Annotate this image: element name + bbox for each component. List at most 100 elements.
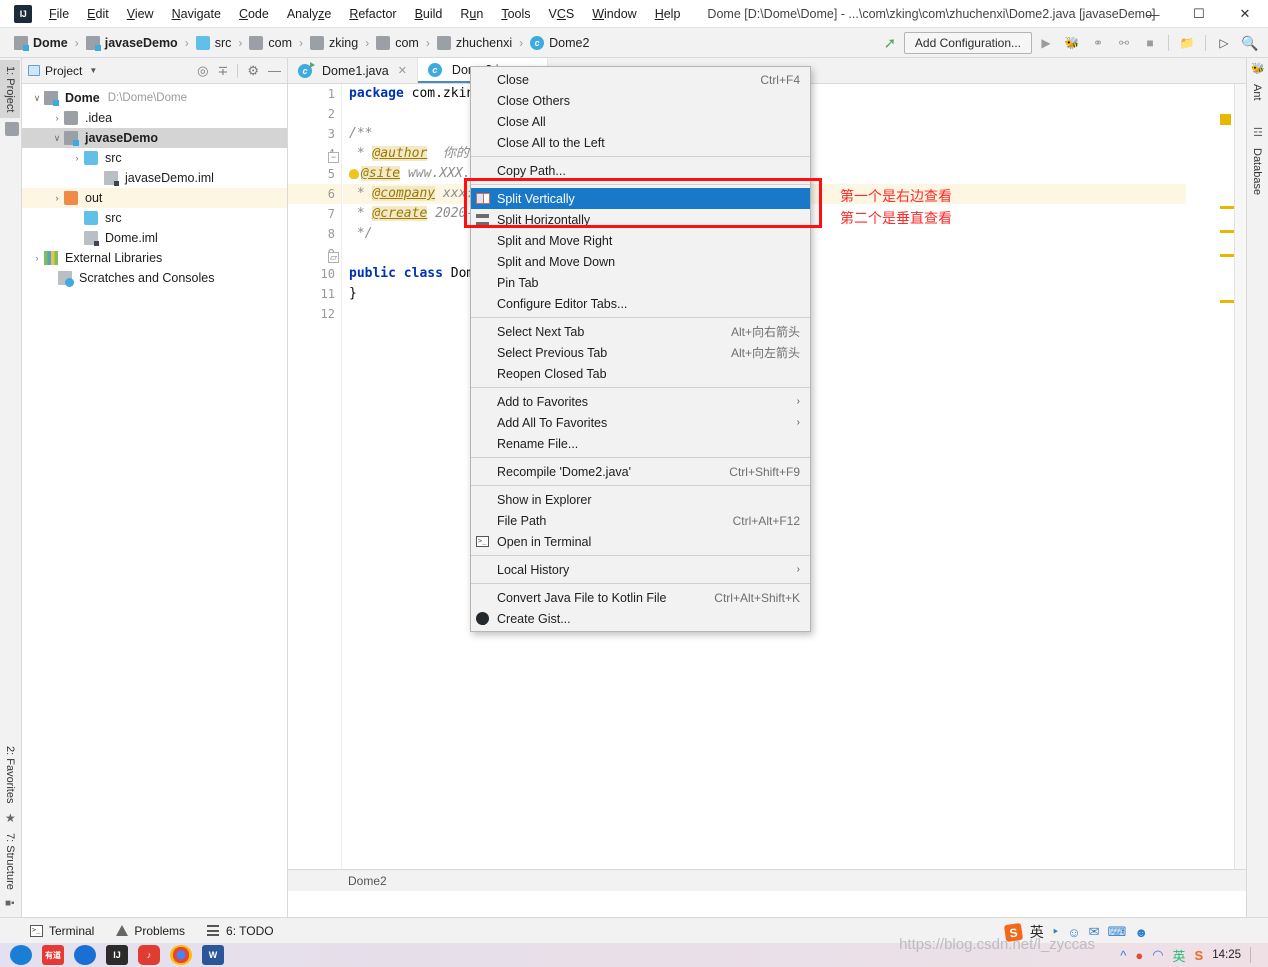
menu-item-local-history[interactable]: Local History › [471,559,810,580]
menu-item-split-horizontally[interactable]: Split Horizontally [471,209,810,230]
warning-marker[interactable] [1220,206,1234,209]
menu-item-show-in-explorer[interactable]: Show in Explorer [471,489,810,510]
updates-icon[interactable]: ▷ [1212,31,1236,55]
breadcrumb-com[interactable]: com [247,35,294,51]
menu-item-create-gist[interactable]: Create Gist... [471,608,810,629]
menu-item-close-others[interactable]: Close Others [471,90,810,111]
warning-marker[interactable] [1220,230,1234,233]
project-panel-title[interactable]: Project ▼ [28,64,97,78]
menu-analyze[interactable]: Analyze [278,3,340,25]
word-icon[interactable]: W [202,945,224,965]
list-item[interactable]: ∨ javaseDemo [22,128,287,148]
menu-view[interactable]: View [118,3,163,25]
menu-item-split-vertically[interactable]: Split Vertically [471,188,810,209]
menu-build[interactable]: Build [406,3,452,25]
menu-item-rename-file[interactable]: Rename File... [471,433,810,454]
list-item[interactable]: › .idea [22,108,287,128]
chevron-right-icon[interactable]: › [70,153,84,163]
chevron-down-icon[interactable]: ▼ [89,66,97,75]
list-item[interactable]: › src [22,148,287,168]
marker-block[interactable] [1220,114,1231,125]
chevron-right-icon[interactable]: › [50,193,64,203]
locate-icon[interactable]: ◎ [197,63,208,79]
menu-item-file-path[interactable]: File Path Ctrl+Alt+F12 [471,510,810,531]
sidebar-item-structure[interactable]: 7: Structure [0,827,20,896]
menu-tools[interactable]: Tools [492,3,539,25]
menu-item-copy-path[interactable]: Copy Path... [471,160,810,181]
menu-item-split-and-move-down[interactable]: Split and Move Down [471,251,810,272]
chevron-down-icon[interactable]: ∨ [50,133,64,144]
menu-edit[interactable]: Edit [78,3,118,25]
list-item[interactable]: › out [22,188,287,208]
code-fold-end[interactable]: ▱ [328,252,339,263]
show-desktop-button[interactable] [1250,947,1258,963]
menu-refactor[interactable]: Refactor [340,3,405,25]
collapse-all-icon[interactable]: ∓ [217,63,228,79]
editor-marker-track[interactable] [1220,84,1234,891]
start-icon[interactable] [10,945,32,965]
youdao-icon[interactable]: 有道 [42,945,64,965]
sidebar-item-favorites[interactable]: 2: Favorites [0,740,20,809]
tab-dome1-java[interactable]: c Dome1.java ✕ [288,58,418,83]
warning-marker[interactable] [1220,300,1234,303]
breadcrumb-zhuchenxi[interactable]: zhuchenxi [435,35,514,51]
menu-item-convert-java-to-kotlin[interactable]: Convert Java File to Kotlin File Ctrl+Al… [471,587,810,608]
status-terminal[interactable]: >_ Terminal [30,924,94,938]
menu-item-add-to-favorites[interactable]: Add to Favorites › [471,391,810,412]
hide-icon[interactable]: — [268,63,281,78]
run-icon[interactable]: ▶ [1034,31,1058,55]
list-item[interactable]: › External Libraries [22,248,287,268]
wifi-icon[interactable]: ◠ [1152,947,1163,963]
list-item[interactable]: ∨ Dome D:\Dome\Dome [22,88,287,108]
chrome-icon[interactable] [170,945,192,965]
maximize-button[interactable]: ☐ [1176,0,1222,28]
chevron-down-icon[interactable]: ∨ [30,93,44,104]
sogou-tray-icon[interactable]: S [1195,948,1204,963]
list-item[interactable]: . javaseDemo.iml [22,168,287,188]
menu-item-close-all[interactable]: Close All [471,111,810,132]
settings-gear-icon[interactable]: ⚙ [247,63,259,79]
menu-run[interactable]: Run [451,3,492,25]
clock[interactable]: 14:25 [1212,949,1241,961]
menu-item-reopen-closed-tab[interactable]: Reopen Closed Tab [471,363,810,384]
intention-bulb-icon[interactable] [349,168,359,179]
build-arrow-icon[interactable]: ➚ [878,31,902,55]
run-with-coverage-icon[interactable]: ⚭ [1086,31,1110,55]
menu-item-configure-editor-tabs[interactable]: Configure Editor Tabs... [471,293,810,314]
menu-item-add-all-to-favorites[interactable]: Add All To Favorites › [471,412,810,433]
breadcrumb-javasedemo[interactable]: javaseDemo [84,35,180,51]
keyboard-icon[interactable]: ⌨ [1108,924,1127,940]
menu-window[interactable]: Window [583,3,645,25]
menu-file[interactable]: File [40,3,78,25]
debug-icon[interactable]: 🐝 [1060,31,1084,55]
chevron-right-icon[interactable]: › [30,253,44,263]
intellij-idea-icon[interactable]: IJ [106,945,128,965]
breadcrumb-dome[interactable]: Dome [12,35,70,51]
add-configuration-button[interactable]: Add Configuration... [903,32,1032,54]
chevron-up-icon[interactable]: ^ [1120,948,1126,963]
sidebar-item-project[interactable]: 1: Project [0,60,20,119]
list-item[interactable]: . Scratches and Consoles [22,268,287,288]
chevron-right-icon[interactable]: › [50,113,64,123]
breadcrumb-dome2[interactable]: c Dome2 [528,35,591,51]
profile-icon[interactable]: ⚯ [1112,31,1136,55]
menu-item-close[interactable]: Close Ctrl+F4 [471,69,810,90]
sidebar-item-ant[interactable]: Ant [1247,78,1267,107]
menu-item-recompile[interactable]: Recompile 'Dome2.java' Ctrl+Shift+F9 [471,461,810,482]
user-icon[interactable]: ☻ [1134,925,1148,940]
breadcrumb-src[interactable]: src [194,35,234,51]
status-todo[interactable]: 6: TODO [207,924,274,938]
list-item[interactable]: . src [22,208,287,228]
code-fold-toggle[interactable]: − [328,152,339,163]
editor-breadcrumb[interactable]: Dome2 [288,869,1246,891]
stop-icon[interactable]: ■ [1138,31,1162,55]
list-item[interactable]: . Dome.iml [22,228,287,248]
sidebar-item-database[interactable]: Database [1247,142,1267,201]
menu-item-pin-tab[interactable]: Pin Tab [471,272,810,293]
breadcrumb-zking[interactable]: zking [308,35,360,51]
editor-scrollbar[interactable] [1234,84,1246,891]
qq-icon[interactable]: ● [1135,948,1143,963]
minimize-button[interactable]: — [1130,0,1176,28]
project-structure-icon[interactable]: 📁 [1175,31,1199,55]
close-icon[interactable]: ✕ [398,64,407,77]
